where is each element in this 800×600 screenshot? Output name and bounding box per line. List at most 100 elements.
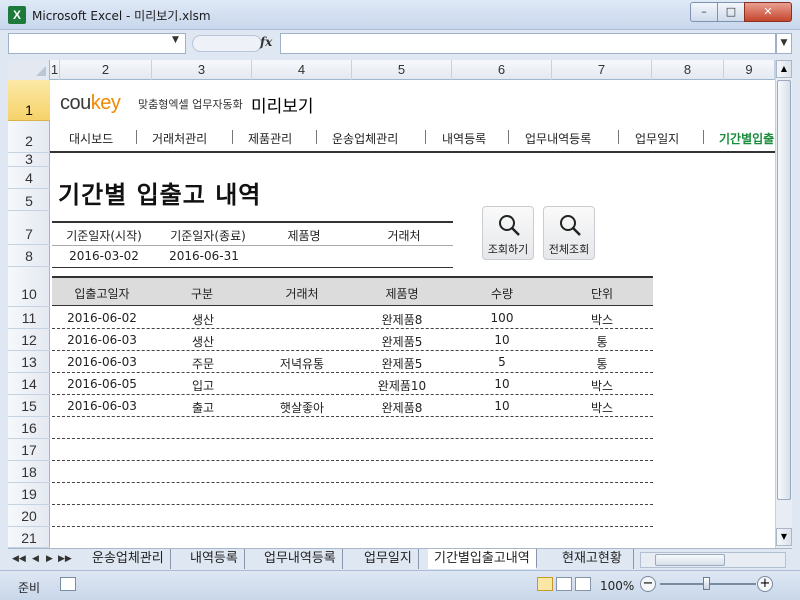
row-header-15[interactable]: 15 <box>8 395 50 417</box>
sheet-tab-stock-status[interactable]: 현재고현황 <box>556 549 634 569</box>
minimize-button[interactable]: – <box>690 2 718 22</box>
row-header-7[interactable]: 7 <box>8 211 50 245</box>
scroll-up-icon[interactable]: ▲ <box>776 60 792 78</box>
table-cell[interactable]: 100 <box>452 311 552 325</box>
row-header-11[interactable]: 11 <box>8 307 50 329</box>
scroll-down-icon[interactable]: ▼ <box>776 528 792 546</box>
row-header-18[interactable]: 18 <box>8 461 50 483</box>
name-box[interactable] <box>8 33 186 54</box>
insert-function-icon[interactable]: fx <box>260 35 272 49</box>
page-break-view-icon[interactable] <box>575 577 591 591</box>
page-layout-view-icon[interactable] <box>556 577 572 591</box>
nav-clients[interactable]: 거래처관리 <box>152 130 207 147</box>
next-sheet-icon[interactable]: ▶ <box>46 554 53 564</box>
expand-formula-bar-icon[interactable]: ▼ <box>776 33 792 54</box>
row-header-10[interactable]: 10 <box>8 267 50 307</box>
row-header-5[interactable]: 5 <box>8 189 50 211</box>
last-sheet-icon[interactable]: ▶▶ <box>58 554 72 564</box>
table-cell[interactable]: 10 <box>452 399 552 413</box>
table-cell[interactable]: 저녁유통 <box>252 355 352 372</box>
row-header-13[interactable]: 13 <box>8 351 50 373</box>
column-header-3[interactable]: 3 <box>152 60 252 80</box>
vertical-scroll-thumb[interactable] <box>777 80 791 500</box>
first-sheet-icon[interactable]: ◀◀ <box>12 554 26 564</box>
table-cell[interactable]: 생산 <box>192 333 214 350</box>
row-header-17[interactable]: 17 <box>8 439 50 461</box>
table-cell[interactable]: 통 <box>552 355 652 372</box>
zoom-slider-thumb[interactable] <box>703 577 710 590</box>
table-cell[interactable]: 박스 <box>552 399 652 416</box>
table-cell[interactable]: 출고 <box>192 399 214 416</box>
macro-record-icon[interactable] <box>60 577 76 591</box>
row-header-2[interactable]: 2 <box>8 121 50 153</box>
zoom-in-button[interactable]: + <box>757 576 773 592</box>
row-header-14[interactable]: 14 <box>8 373 50 395</box>
column-header-7[interactable]: 7 <box>552 60 652 80</box>
table-cell[interactable]: 2016-06-02 <box>58 311 146 325</box>
search-all-button[interactable]: 전체조회 <box>543 206 595 260</box>
sheet-tab-carriers[interactable]: 운송업체관리 <box>86 549 171 569</box>
nav-work-entry[interactable]: 업무내역등록 <box>525 130 591 147</box>
table-cell[interactable]: 2016-06-03 <box>58 399 146 413</box>
nav-carriers[interactable]: 운송업체관리 <box>332 130 398 147</box>
formula-input[interactable] <box>280 33 776 54</box>
table-cell[interactable]: 5 <box>452 355 552 369</box>
filter-end-date-input[interactable]: 2016-06-31 <box>158 249 250 263</box>
excel-app-icon[interactable]: X <box>8 6 26 24</box>
vertical-scrollbar[interactable]: ▲ ▼ <box>775 60 792 548</box>
table-cell[interactable]: 입고 <box>192 377 214 394</box>
table-cell[interactable]: 완제품8 <box>352 311 452 328</box>
zoom-level[interactable]: 100% <box>600 579 634 593</box>
nav-period-inout[interactable]: 기간별입출 <box>719 130 774 147</box>
nav-products[interactable]: 제품관리 <box>248 130 292 147</box>
maximize-button[interactable]: □ <box>717 2 745 22</box>
table-cell[interactable]: 주문 <box>192 355 214 372</box>
nav-dashboard[interactable]: 대시보드 <box>69 130 113 147</box>
sheet-tab-period-inout[interactable]: 기간별입출고내역 <box>428 549 537 569</box>
table-cell[interactable]: 2016-06-03 <box>58 355 146 369</box>
prev-sheet-icon[interactable]: ◀ <box>32 554 39 564</box>
column-header-6[interactable]: 6 <box>452 60 552 80</box>
column-header-1[interactable]: 1 <box>50 60 60 80</box>
row-header-1[interactable]: 1 <box>8 80 50 121</box>
table-cell[interactable]: 10 <box>452 333 552 347</box>
filter-start-date-input[interactable]: 2016-03-02 <box>58 249 150 263</box>
row-header-12[interactable]: 12 <box>8 329 50 351</box>
chevron-down-icon[interactable]: ▼ <box>172 35 179 45</box>
row-header-16[interactable]: 16 <box>8 417 50 439</box>
table-cell[interactable]: 통 <box>552 333 652 350</box>
table-cell[interactable]: 박스 <box>552 377 652 394</box>
sheet-tab-work-entry[interactable]: 업무내역등록 <box>258 549 343 569</box>
column-header-4[interactable]: 4 <box>252 60 352 80</box>
column-header-8[interactable]: 8 <box>652 60 724 80</box>
search-button[interactable]: 조회하기 <box>482 206 534 260</box>
spreadsheet-grid[interactable]: 1 2 3 4 5 6 7 8 9 1 2 3 4 5 7 8 10 11 12… <box>8 60 775 548</box>
normal-view-icon[interactable] <box>537 577 553 591</box>
table-cell[interactable]: 2016-06-03 <box>58 333 146 347</box>
column-header-5[interactable]: 5 <box>352 60 452 80</box>
row-header-19[interactable]: 19 <box>8 483 50 505</box>
table-cell[interactable]: 햇살좋아 <box>252 399 352 416</box>
table-cell[interactable]: 완제품10 <box>352 377 452 394</box>
table-cell[interactable]: 완제품5 <box>352 333 452 350</box>
table-cell[interactable]: 10 <box>452 377 552 391</box>
horizontal-scrollbar[interactable] <box>640 552 786 568</box>
row-header-3[interactable]: 3 <box>8 152 50 167</box>
row-header-20[interactable]: 20 <box>8 505 50 527</box>
column-header-9[interactable]: 9 <box>724 60 775 80</box>
table-cell[interactable]: 생산 <box>192 311 214 328</box>
row-header-21[interactable]: 21 <box>8 527 50 548</box>
sheet-tab-history-entry[interactable]: 내역등록 <box>184 549 245 569</box>
nav-work-log[interactable]: 업무일지 <box>635 130 679 147</box>
row-header-8[interactable]: 8 <box>8 245 50 267</box>
column-header-2[interactable]: 2 <box>60 60 152 80</box>
table-cell[interactable]: 2016-06-05 <box>58 377 146 391</box>
table-cell[interactable]: 완제품5 <box>352 355 452 372</box>
zoom-out-button[interactable]: − <box>640 576 656 592</box>
horizontal-scroll-thumb[interactable] <box>655 554 725 566</box>
sheet-tab-work-log[interactable]: 업무일지 <box>358 549 419 569</box>
row-header-4[interactable]: 4 <box>8 167 50 189</box>
close-button[interactable]: ✕ <box>744 2 792 22</box>
table-cell[interactable]: 완제품8 <box>352 399 452 416</box>
nav-history-entry[interactable]: 내역등록 <box>442 130 486 147</box>
